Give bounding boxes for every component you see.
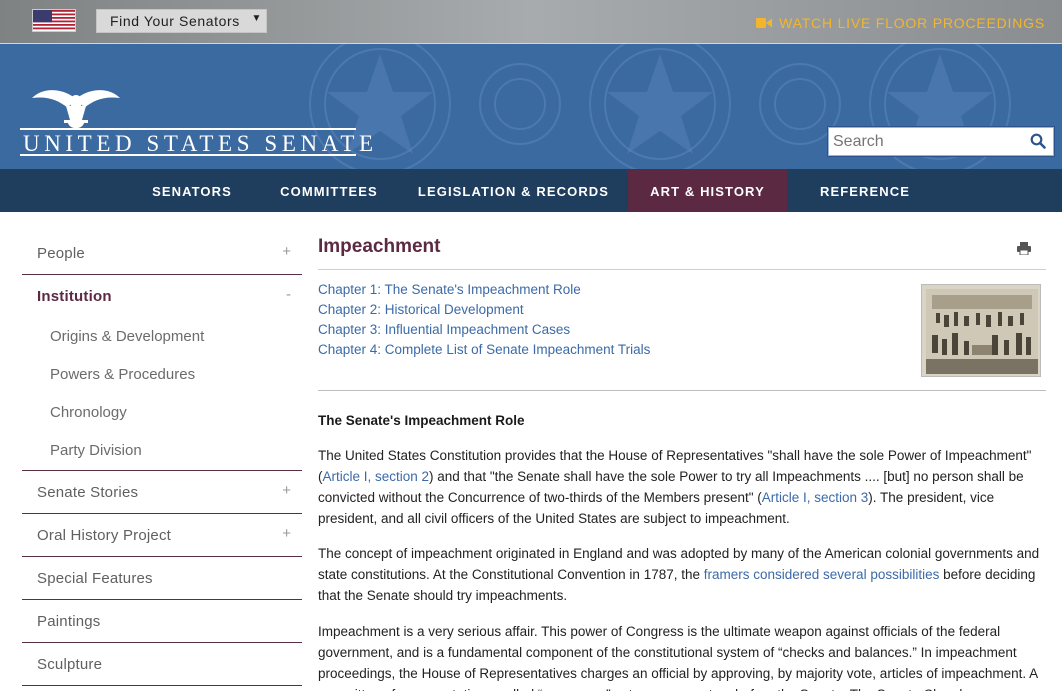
impeachment-trial-engraving-thumbnail[interactable]: [921, 284, 1041, 377]
sidebar-subitem-chronology[interactable]: Chronology: [22, 394, 302, 432]
sidebar-subitem-party-division[interactable]: Party Division: [22, 432, 302, 470]
sidebar-subitem-origins-development[interactable]: Origins & Development: [22, 318, 302, 356]
utility-bar: Find Your Senators ▼ WATCH LIVE FLOOR PR…: [0, 0, 1062, 44]
sidebar-item-label: Institution: [37, 288, 112, 305]
sidebar-subitem-label: Party Division: [50, 442, 142, 459]
expand-icon[interactable]: +: [282, 525, 291, 542]
paragraph-2: The concept of impeachment originated in…: [318, 543, 1046, 606]
collapse-icon[interactable]: -: [286, 286, 291, 303]
chapter-link-4[interactable]: Chapter 4: Complete List of Senate Impea…: [318, 340, 650, 360]
content-divider: [318, 390, 1046, 391]
search-box: [827, 126, 1055, 157]
expand-icon[interactable]: +: [282, 482, 291, 499]
sidebar-item-sculpture[interactable]: Sculpture: [22, 643, 302, 686]
sidebar-subitem-label: Powers & Procedures: [50, 366, 196, 383]
find-senators-label: Find Your Senators: [110, 13, 240, 29]
chapter-link-3[interactable]: Chapter 3: Influential Impeachment Cases: [318, 320, 650, 340]
expand-icon[interactable]: +: [282, 243, 291, 260]
find-senators-select[interactable]: Find Your Senators ▼: [96, 9, 267, 33]
sidebar-subitem-label: Chronology: [50, 404, 127, 421]
print-icon[interactable]: [1017, 242, 1031, 255]
nav-committees[interactable]: COMMITTEES: [270, 169, 388, 212]
site-header: UNITED STATES SENATE: [0, 44, 1062, 169]
watch-live-link[interactable]: WATCH LIVE FLOOR PROCEEDINGS: [756, 15, 1045, 31]
search-input[interactable]: [833, 131, 1018, 153]
section-sidebar: People + Institution - Origins & Develop…: [22, 232, 302, 686]
article-1-section-2-link[interactable]: Article I, section 2: [323, 469, 430, 484]
sidebar-item-label: Sculpture: [37, 656, 103, 673]
section-heading: The Senate's Impeachment Role: [318, 413, 525, 428]
sidebar-subitem-label: Origins & Development: [50, 328, 205, 345]
sidebar-item-label: Senate Stories: [37, 484, 139, 501]
paragraph-3: Impeachment is a very serious affair. Th…: [318, 624, 1038, 691]
nav-art-history[interactable]: ART & HISTORY: [628, 169, 787, 212]
watch-live-label: WATCH LIVE FLOOR PROCEEDINGS: [779, 15, 1045, 31]
sidebar-item-oral-history-project[interactable]: Oral History Project +: [22, 514, 302, 557]
caret-down-icon: ▼: [251, 13, 262, 24]
paragraph-1: The United States Constitution provides …: [318, 445, 1046, 529]
sidebar-item-institution[interactable]: Institution -: [22, 275, 302, 318]
sidebar-item-label: Oral History Project: [37, 527, 172, 544]
us-flag-icon[interactable]: [32, 9, 76, 32]
sidebar-item-label: Paintings: [37, 613, 101, 630]
framers-considered-link[interactable]: framers considered several possibilities: [704, 567, 940, 582]
nav-senators[interactable]: SENATORS: [137, 169, 247, 212]
sidebar-subitem-powers-procedures[interactable]: Powers & Procedures: [22, 356, 302, 394]
article-1-section-3-link[interactable]: Article I, section 3: [762, 490, 869, 505]
chapter-link-2[interactable]: Chapter 2: Historical Development: [318, 300, 650, 320]
sidebar-item-label: People: [37, 245, 85, 262]
nav-legislation-records[interactable]: LEGISLATION & RECORDS: [412, 169, 615, 212]
sidebar-group-institution: Institution - Origins & Development Powe…: [22, 275, 302, 471]
sidebar-item-label: Special Features: [37, 570, 153, 587]
sidebar-item-people[interactable]: People +: [22, 232, 302, 275]
title-divider: [318, 269, 1046, 270]
nav-reference[interactable]: REFERENCE: [808, 169, 922, 212]
chapter-list: Chapter 1: The Senate's Impeachment Role…: [318, 280, 650, 360]
chapter-link-1[interactable]: Chapter 1: The Senate's Impeachment Role: [318, 280, 650, 300]
sidebar-item-special-features[interactable]: Special Features: [22, 557, 302, 600]
main-nav: SENATORS COMMITTEES LEGISLATION & RECORD…: [0, 169, 1062, 212]
video-camera-icon: [756, 18, 773, 28]
senate-wordmark: UNITED STATES SENATE: [23, 131, 378, 156]
sidebar-item-senate-stories[interactable]: Senate Stories +: [22, 471, 302, 514]
search-icon[interactable]: [1030, 133, 1046, 149]
sidebar-item-paintings[interactable]: Paintings: [22, 600, 302, 643]
page-title: Impeachment: [318, 236, 441, 257]
